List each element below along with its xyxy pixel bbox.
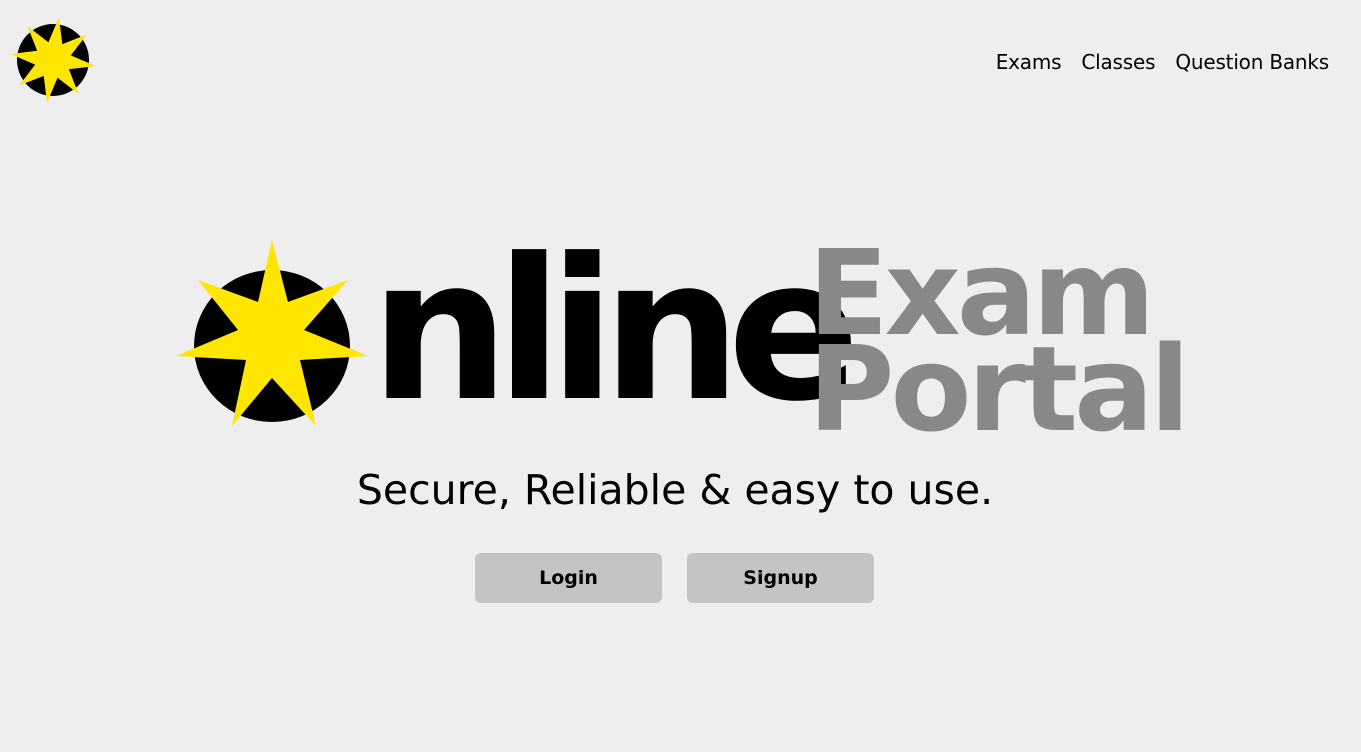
hero-tagline: Secure, Reliable & easy to use. bbox=[356, 466, 994, 514]
auth-actions: Login Signup bbox=[475, 553, 874, 603]
top-nav: Exams Classes Question Banks bbox=[996, 48, 1329, 76]
logo-star-o-icon bbox=[176, 240, 368, 426]
signup-button[interactable]: Signup bbox=[687, 553, 874, 603]
logo-word-online: nline bbox=[370, 217, 860, 445]
nav-link-question-banks[interactable]: Question Banks bbox=[1175, 48, 1329, 76]
site-logo[interactable] bbox=[10, 17, 96, 103]
logo-word-portal: Portal bbox=[808, 320, 1190, 458]
nav-link-exams[interactable]: Exams bbox=[996, 48, 1062, 76]
landing-page: Exams Classes Question Banks nline Exam … bbox=[0, 0, 1361, 752]
login-button[interactable]: Login bbox=[475, 553, 662, 603]
nav-link-classes[interactable]: Classes bbox=[1081, 48, 1155, 76]
